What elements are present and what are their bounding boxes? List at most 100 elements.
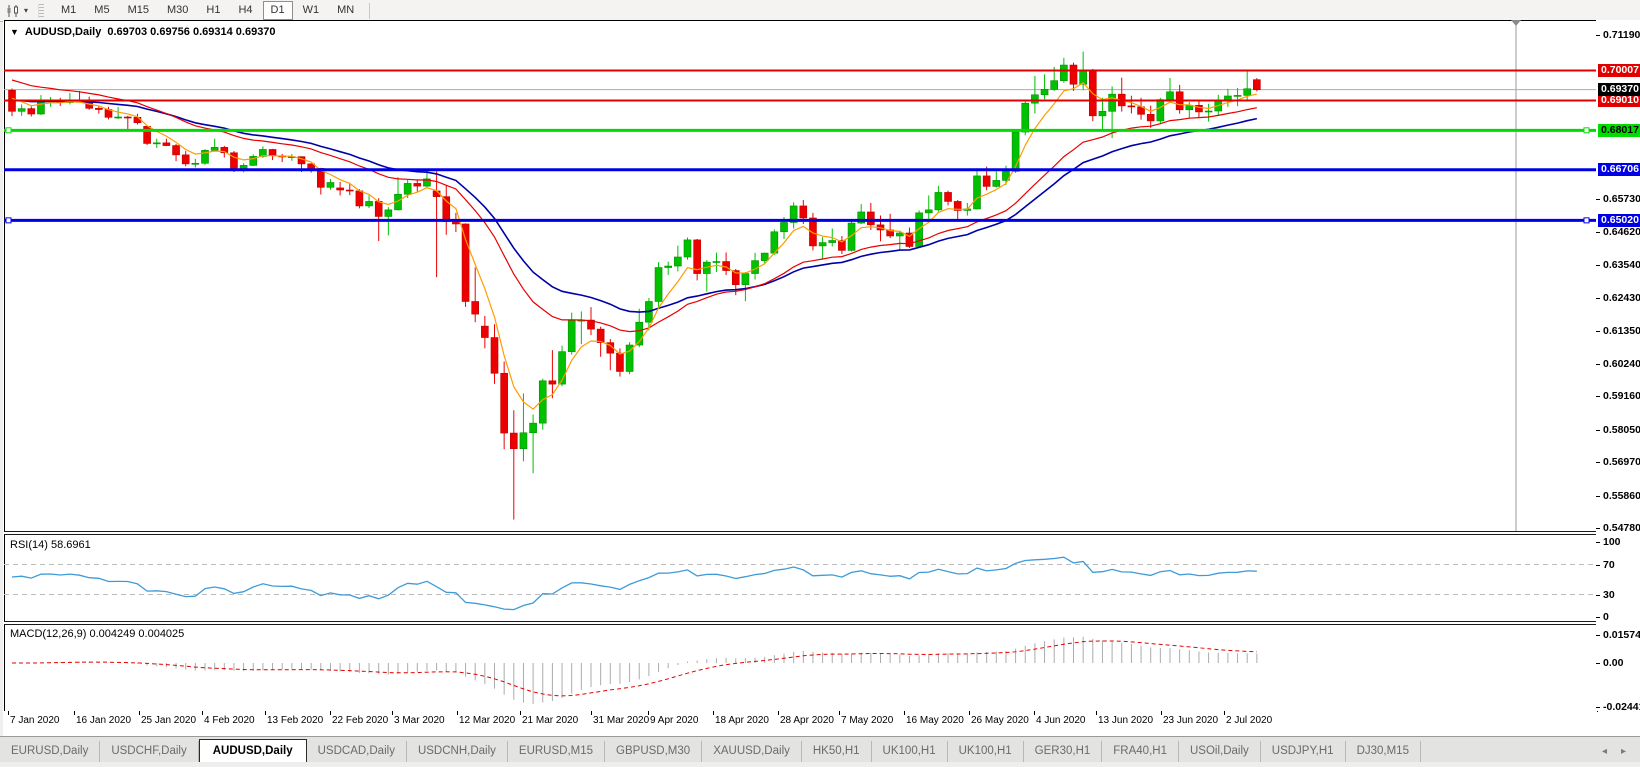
price-tag-0.69370: 0.69370 (1598, 83, 1640, 96)
timeframe-button-h4[interactable]: H4 (230, 1, 260, 20)
date-label: 21 Mar 2020 (522, 715, 578, 726)
candle (472, 301, 479, 314)
chart-tab-usdcnh-daily[interactable]: USDCNH,Daily (407, 741, 508, 763)
price-tick-label: 0.71190 (1603, 29, 1640, 41)
candle (28, 109, 35, 114)
line-handle[interactable] (1584, 218, 1589, 223)
macd-pane[interactable] (4, 625, 1596, 710)
date-tick-mark (1161, 711, 1162, 715)
price-tick-label: 100 (1603, 536, 1621, 548)
chart-tab-gbpusd-m30[interactable]: GBPUSD,M30 (605, 741, 702, 763)
candle (1244, 89, 1251, 96)
date-tick-mark (839, 711, 840, 715)
price-tick-label: 0.58050 (1603, 424, 1640, 436)
candle (935, 192, 942, 209)
chart-mode-dropdown[interactable]: ▾ (6, 4, 28, 18)
chart-tab-usdcad-daily[interactable]: USDCAD,Daily (307, 741, 407, 763)
date-tick-mark (74, 711, 75, 715)
candle (414, 183, 421, 186)
chart-tab-fra40-h1[interactable]: FRA40,H1 (1102, 741, 1179, 763)
price-tick-mark (1596, 35, 1600, 36)
price-axis[interactable]: 0.711900.657300.646200.635400.624300.613… (1596, 20, 1640, 711)
title-caret-icon[interactable]: ▼ (10, 27, 19, 37)
chart-shift-marker-icon (1511, 20, 1521, 26)
line-handle[interactable] (6, 218, 11, 223)
price-tick-mark (1596, 396, 1600, 397)
date-label: 16 Jan 2020 (76, 715, 131, 726)
price-tag-0.68017: 0.68017 (1598, 124, 1640, 137)
chart-tab-usdchf-daily[interactable]: USDCHF,Daily (100, 741, 198, 763)
line-handle[interactable] (6, 128, 11, 133)
candle (1128, 106, 1135, 107)
timeframe-button-m1[interactable]: M1 (53, 1, 84, 20)
candle (462, 224, 469, 302)
price-tick-label: 0.54780 (1603, 522, 1640, 534)
candle (1060, 65, 1067, 81)
macd-indicator-label: MACD(12,26,9) 0.004249 0.004025 (10, 628, 184, 640)
candle (1041, 89, 1048, 94)
date-tick-mark (8, 711, 9, 715)
price-tick-mark (1596, 617, 1600, 618)
price-tick-label: 70 (1603, 559, 1615, 571)
candle (800, 206, 807, 218)
price-tick-mark (1596, 430, 1600, 431)
date-label: 13 Jun 2020 (1098, 715, 1153, 726)
candle (974, 176, 981, 209)
price-tick-label: 0.65730 (1603, 193, 1640, 205)
mid-ma-line (12, 80, 1257, 332)
chart-tab-xauusd-daily[interactable]: XAUUSD,Daily (702, 741, 802, 763)
price-tick-label: 0.62430 (1603, 292, 1640, 304)
candle (1253, 80, 1260, 90)
candles (9, 52, 1261, 520)
chart-title: ▼ AUDUSD,Daily 0.69703 0.69756 0.69314 0… (10, 26, 276, 38)
candle (1070, 65, 1077, 84)
price-tick-mark (1596, 496, 1600, 497)
timeframe-button-m15[interactable]: M15 (120, 1, 157, 20)
candle (366, 201, 373, 206)
chart-symbol-period: AUDUSD,Daily (25, 26, 101, 38)
chart-tab-dj30-m15[interactable]: DJ30,M15 (1346, 741, 1421, 763)
price-pane[interactable] (4, 20, 1596, 531)
date-label: 28 Apr 2020 (780, 715, 834, 726)
timeframe-button-m30[interactable]: M30 (159, 1, 196, 20)
tab-scroll-left-icon[interactable]: ◂ (1602, 746, 1607, 757)
macd-signal-line (12, 641, 1257, 696)
candle (375, 201, 382, 216)
timeframe-button-d1[interactable]: D1 (263, 1, 293, 20)
timeframe-button-h1[interactable]: H1 (198, 1, 228, 20)
timeframe-button-m5[interactable]: M5 (86, 1, 117, 20)
chart-tab-uk100-h1[interactable]: UK100,H1 (948, 741, 1024, 763)
tab-scroll-right-icon[interactable]: ▸ (1621, 746, 1626, 757)
line-handle[interactable] (1584, 128, 1589, 133)
candle (867, 212, 874, 225)
candle (993, 180, 1000, 186)
timeframe-button-mn[interactable]: MN (329, 1, 362, 20)
time-axis[interactable]: 7 Jan 202016 Jan 202025 Jan 20204 Feb 20… (4, 711, 1597, 731)
timeframe-button-w1[interactable]: W1 (295, 1, 328, 20)
candle (346, 190, 353, 191)
rsi-pane[interactable] (4, 535, 1596, 621)
chart-tab-hk50-h1[interactable]: HK50,H1 (802, 741, 872, 763)
price-tick-mark (1596, 298, 1600, 299)
candle (153, 143, 160, 144)
chart-tab-ger30-h1[interactable]: GER30,H1 (1024, 741, 1103, 763)
candle (597, 329, 604, 343)
candle (337, 188, 344, 190)
chart-tab-eurusd-m15[interactable]: EURUSD,M15 (508, 741, 605, 763)
candle (568, 320, 575, 351)
price-tick-mark (1596, 199, 1600, 200)
candle (925, 210, 932, 213)
date-tick-mark (713, 711, 714, 715)
chart-tab-uk100-h1[interactable]: UK100,H1 (872, 741, 948, 763)
candle (327, 183, 334, 188)
candle (124, 117, 131, 118)
chart-tab-usoil-daily[interactable]: USOil,Daily (1179, 741, 1261, 763)
chart-tab-eurusd-daily[interactable]: EURUSD,Daily (0, 741, 100, 763)
candle (173, 146, 180, 155)
price-tick-mark (1596, 542, 1600, 543)
date-label: 9 Apr 2020 (650, 715, 698, 726)
chart-tab-usdjpy-h1[interactable]: USDJPY,H1 (1261, 741, 1346, 763)
chart-tab-audusd-daily[interactable]: AUDUSD,Daily (199, 739, 307, 764)
candle (37, 101, 44, 114)
price-tick-mark (1596, 565, 1600, 566)
